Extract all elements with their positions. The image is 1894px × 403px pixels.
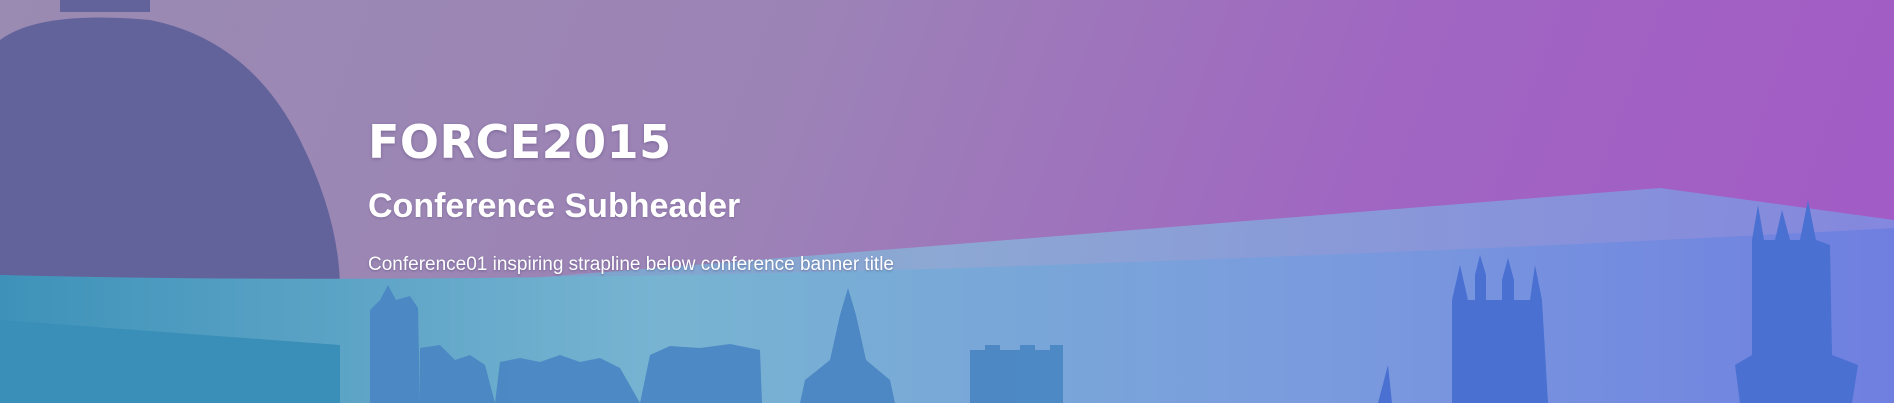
conference-banner: FORCE2015 Conference Subheader Conferenc…: [0, 0, 1894, 403]
conference-subheader: Conference Subheader: [368, 187, 741, 225]
conference-title: FORCE2015: [368, 115, 672, 169]
conference-strapline: Conference01 inspiring strapline below c…: [368, 254, 894, 275]
dome-silhouette: [0, 0, 340, 290]
banner-content: FORCE2015 Conference Subheader Conferenc…: [368, 112, 1568, 278]
